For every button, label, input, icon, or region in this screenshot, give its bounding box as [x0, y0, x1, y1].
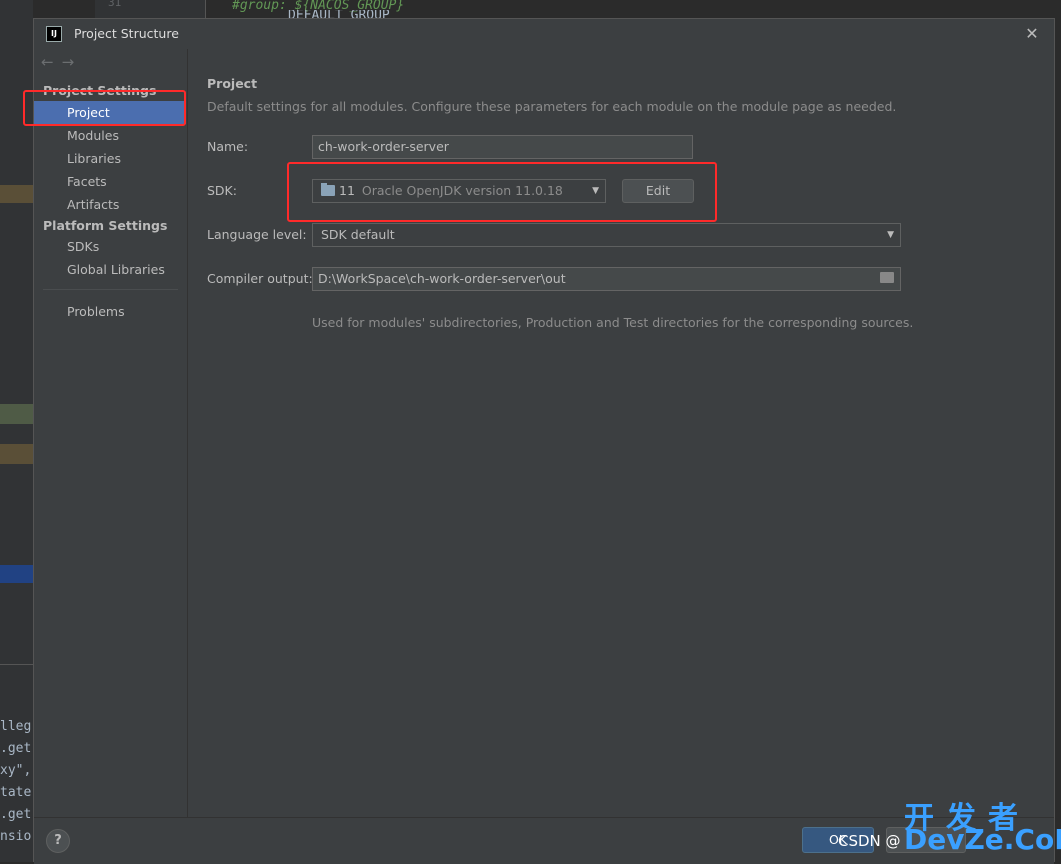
sidebar-item-libraries[interactable]: Libraries [34, 147, 186, 170]
dropdown-arrow-icon: ▼ [887, 230, 894, 240]
window-title: Project Structure [74, 26, 179, 41]
sidebar-item-facets[interactable]: Facets [34, 170, 186, 193]
nav-arrows: ←→ [41, 53, 82, 71]
ide-code-line: xy", [0, 763, 32, 778]
close-button[interactable]: ✕ [1022, 24, 1042, 44]
name-label: Name: [207, 139, 249, 154]
title-bar[interactable]: IJ Project Structure ✕ [34, 19, 1054, 49]
highlight-box-sdk [287, 162, 717, 222]
language-level-value: SDK default [321, 227, 395, 242]
panel-title: Project [207, 76, 258, 91]
sidebar-item-artifacts[interactable]: Artifacts [34, 193, 186, 216]
compiler-output-input[interactable]: D:\WorkSpace\ch-work-order-server\out [312, 267, 901, 291]
panel-description: Default settings for all modules. Config… [207, 99, 897, 114]
ide-highlight-strip [0, 444, 33, 464]
help-button[interactable]: ? [46, 829, 70, 853]
ide-code-line: tate [0, 785, 32, 800]
browse-folder-icon[interactable] [880, 272, 894, 283]
ide-highlight-strip [0, 565, 33, 583]
ide-code-line: lleg [0, 719, 32, 734]
ide-line-number: 31 [108, 0, 122, 9]
sidebar-item-sdks[interactable]: SDKs [34, 235, 186, 258]
sidebar-divider [43, 289, 178, 290]
highlight-box-project [23, 90, 186, 126]
sidebar-item-problems[interactable]: Problems [34, 300, 186, 323]
ide-code-line: .get [0, 741, 32, 756]
devze-watermark-en: DevZe.CoM [904, 823, 1061, 856]
language-level-select[interactable]: SDK default ▼ [312, 223, 901, 247]
ide-divider [0, 664, 33, 665]
close-icon: ✕ [1025, 24, 1039, 43]
language-level-label: Language level: [207, 227, 307, 242]
dialog-footer: ? OK [34, 817, 1054, 864]
sidebar-item-modules[interactable]: Modules [34, 124, 186, 147]
intellij-app-icon: IJ [46, 26, 62, 42]
ide-code-fragments: lleg .get xy", tate .get nsio [0, 716, 33, 848]
compiler-output-hint: Used for modules' subdirectories, Produc… [312, 315, 914, 330]
back-arrow-icon[interactable]: ← [41, 53, 62, 71]
section-platform-settings: Platform Settings [43, 218, 168, 233]
ide-code-line: nsio [0, 829, 32, 844]
compiler-output-label: Compiler output: [207, 271, 313, 286]
ide-highlight-strip [0, 185, 33, 203]
compiler-output-value: D:\WorkSpace\ch-work-order-server\out [318, 271, 566, 286]
sidebar-item-global-libraries[interactable]: Global Libraries [34, 258, 186, 281]
csdn-watermark: CSDN @ [838, 832, 901, 850]
project-structure-dialog: IJ Project Structure ✕ ←→ Project Settin… [33, 18, 1055, 864]
project-name-input[interactable]: ch-work-order-server [312, 135, 693, 159]
sdk-label: SDK: [207, 183, 237, 198]
ide-code-line: .get [0, 807, 32, 822]
ide-highlight-strip [0, 404, 33, 424]
ide-right-edge [1055, 0, 1061, 862]
forward-arrow-icon[interactable]: → [62, 53, 83, 71]
sidebar: ←→ Project Settings Project Modules Libr… [34, 49, 188, 817]
